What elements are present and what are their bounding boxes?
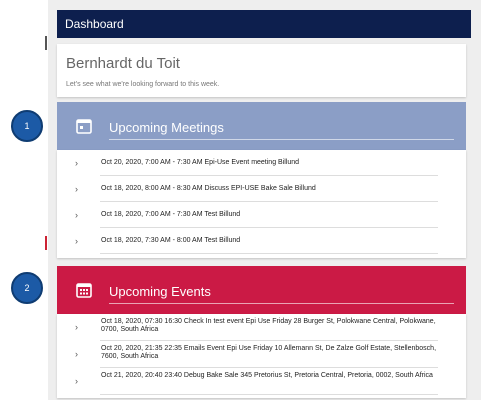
meeting-item[interactable]: › Oct 18, 2020, 7:30 AM - 8:00 AM Test B… — [57, 228, 466, 254]
step-badge-1: 1 — [11, 110, 43, 142]
rail-marker — [45, 236, 47, 250]
event-item[interactable]: › Oct 20, 2020, 21:35 22:35 Emails Event… — [57, 341, 466, 368]
meeting-text: Oct 18, 2020, 8:00 AM - 8:30 AM Discuss … — [101, 185, 316, 192]
row-divider — [100, 394, 438, 395]
calendar-icon — [76, 119, 92, 134]
user-name: Bernhardt du Toit — [66, 55, 180, 72]
row-divider — [100, 253, 438, 254]
meeting-text: Oct 18, 2020, 7:30 AM - 8:00 AM Test Bil… — [101, 237, 241, 244]
meetings-title: Upcoming Meetings — [109, 120, 224, 135]
event-item[interactable]: › Oct 21, 2020, 20:40 23:40 Debug Bake S… — [57, 368, 466, 395]
meeting-item[interactable]: › Oct 20, 2020, 7:00 AM - 7:30 AM Epi-Us… — [57, 150, 466, 176]
step-badge-label: 2 — [24, 283, 30, 293]
chevron-right-icon: › — [75, 158, 78, 168]
page-title: Dashboard — [65, 17, 124, 31]
event-text: Oct 18, 2020, 07:30 16:30 Check In test … — [101, 318, 436, 333]
step-badge-label: 1 — [24, 121, 30, 131]
chevron-right-icon: › — [75, 349, 78, 359]
event-text: Oct 20, 2020, 21:35 22:35 Emails Event E… — [101, 345, 437, 360]
events-header: Upcoming Events — [57, 266, 466, 314]
events-title: Upcoming Events — [109, 284, 211, 299]
chevron-right-icon: › — [75, 210, 78, 220]
chevron-right-icon: › — [75, 184, 78, 194]
meeting-item[interactable]: › Oct 18, 2020, 8:00 AM - 8:30 AM Discus… — [57, 176, 466, 202]
step-badge-2: 2 — [11, 272, 43, 304]
title-underline — [109, 303, 454, 304]
meetings-list: › Oct 20, 2020, 7:00 AM - 7:30 AM Epi-Us… — [57, 150, 466, 258]
dashboard-header: Dashboard — [57, 10, 471, 38]
meeting-item[interactable]: › Oct 18, 2020, 7:00 AM - 7:30 AM Test B… — [57, 202, 466, 228]
meetings-header: Upcoming Meetings — [57, 102, 466, 150]
title-underline — [109, 139, 454, 140]
calendar-grid-icon — [76, 283, 92, 298]
profile-subtitle: Let's see what we're looking forward to … — [66, 81, 220, 88]
event-text: Oct 21, 2020, 20:40 23:40 Debug Bake Sal… — [101, 372, 433, 379]
chevron-right-icon: › — [75, 322, 78, 332]
left-rail — [0, 0, 48, 400]
meeting-text: Oct 18, 2020, 7:00 AM - 7:30 AM Test Bil… — [101, 211, 241, 218]
rail-marker — [45, 36, 47, 50]
chevron-right-icon: › — [75, 376, 78, 386]
meeting-text: Oct 20, 2020, 7:00 AM - 7:30 AM Epi-Use … — [101, 159, 300, 166]
event-item[interactable]: › Oct 18, 2020, 07:30 16:30 Check In tes… — [57, 314, 466, 341]
chevron-right-icon: › — [75, 236, 78, 246]
profile-card: Bernhardt du Toit Let's see what we're l… — [57, 44, 466, 97]
events-list: › Oct 18, 2020, 07:30 16:30 Check In tes… — [57, 314, 466, 398]
